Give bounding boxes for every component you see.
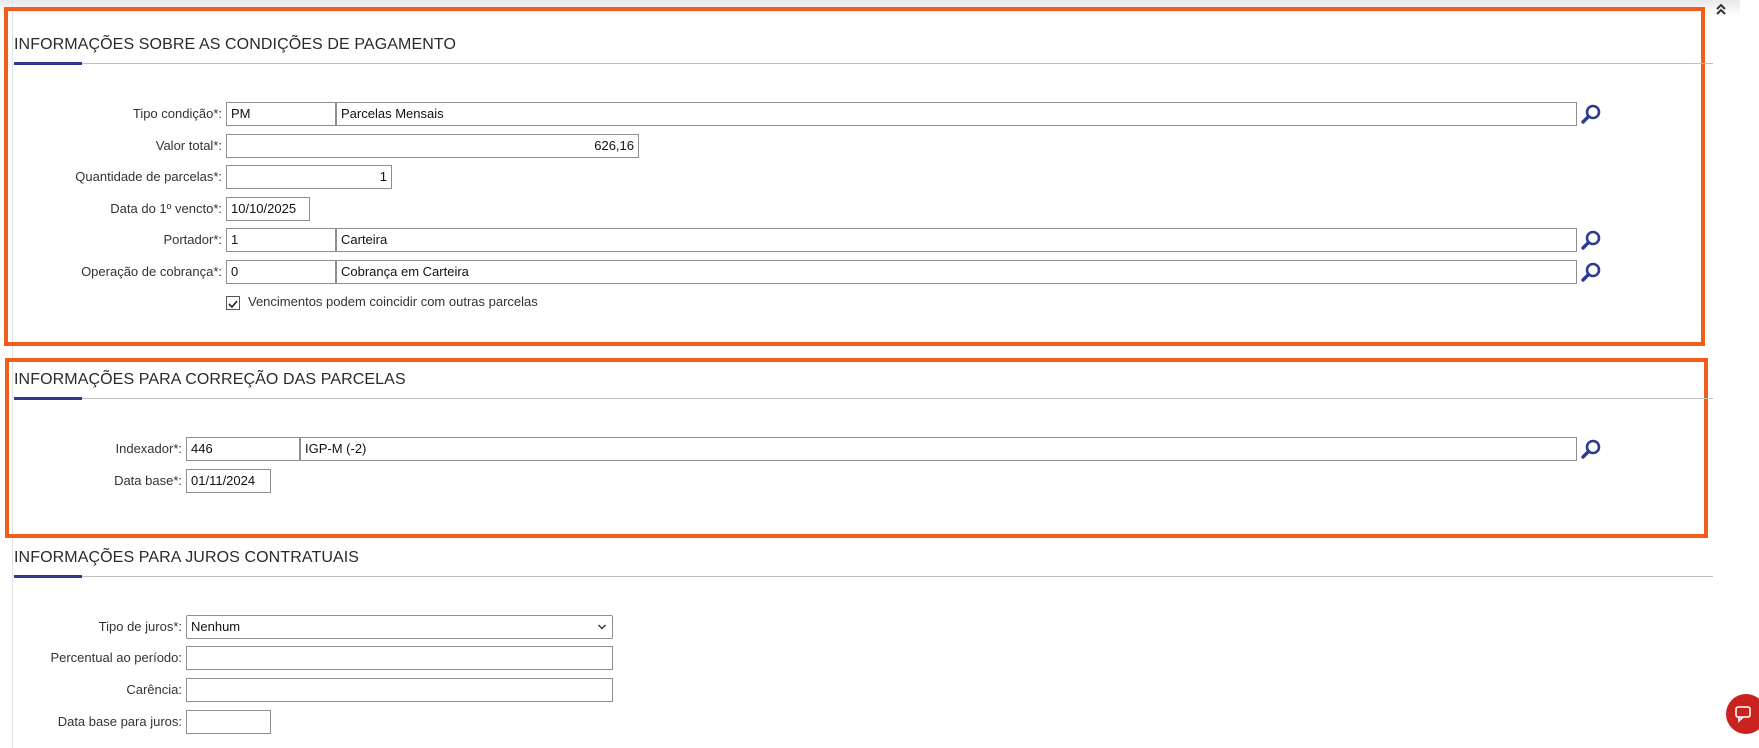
section-title-juros: INFORMAÇÕES PARA JUROS CONTRATUAIS [14, 549, 360, 566]
data-vencto-input[interactable]: 10/10/2025 [226, 197, 310, 221]
percentual-periodo-input[interactable] [186, 646, 613, 670]
checkmark-icon [228, 300, 238, 309]
chevron-down-icon [598, 624, 606, 630]
tipo-condicao-label: Tipo condição*: [132, 106, 222, 121]
percentual-periodo-label: Percentual ao período: [50, 650, 182, 665]
data-vencto-label: Data do 1º vencto*: [110, 201, 222, 216]
carencia-label: Carência: [126, 682, 182, 697]
section-divider [14, 398, 1713, 399]
tipo-juros-label: Tipo de juros*: [98, 619, 182, 634]
carencia-input[interactable] [186, 678, 613, 702]
section-title-pagamento: INFORMAÇÕES SOBRE AS CONDIÇÕES DE PAGAME… [14, 36, 457, 53]
operacao-cobranca-desc-input[interactable]: Cobrança em Carteira [336, 260, 1577, 284]
portador-search-button[interactable] [1580, 229, 1602, 251]
magnifier-icon [1581, 230, 1601, 250]
indexador-desc-input[interactable]: IGP-M (-2) [300, 437, 1577, 461]
section-accent-bar [14, 575, 82, 578]
data-base-juros-label: Data base para juros: [57, 714, 182, 729]
indexador-search-button[interactable] [1580, 438, 1602, 460]
quantidade-parcelas-label: Quantidade de parcelas*: [75, 169, 222, 184]
tipo-juros-selected-value: Nenhum [191, 619, 241, 634]
tipo-condicao-desc-input[interactable]: Parcelas Mensais [336, 102, 1577, 126]
tipo-condicao-code-input[interactable]: PM [226, 102, 336, 126]
data-base-label: Data base*: [114, 473, 182, 488]
data-base-juros-input[interactable] [186, 710, 271, 734]
indexador-label: Indexador*: [115, 441, 183, 456]
data-base-input[interactable]: 01/11/2024 [186, 469, 271, 493]
vencimentos-coincidir-checkbox[interactable] [226, 296, 240, 310]
operacao-cobranca-search-button[interactable] [1580, 261, 1602, 283]
magnifier-icon [1581, 104, 1601, 124]
valor-total-label: Valor total*: [155, 138, 222, 153]
section-divider [14, 576, 1713, 577]
chat-button[interactable] [1726, 694, 1759, 734]
magnifier-icon [1581, 262, 1601, 282]
portador-code-input[interactable]: 1 [226, 228, 336, 252]
portador-desc-input[interactable]: Carteira [336, 228, 1577, 252]
payment-conditions-page: INFORMAÇÕES SOBRE AS CONDIÇÕES DE PAGAME… [0, 0, 1759, 748]
section-title-correcao: INFORMAÇÕES PARA CORREÇÃO DAS PARCELAS [14, 371, 406, 388]
collapse-icon[interactable] [1712, 2, 1730, 20]
section-divider [14, 63, 1713, 64]
valor-total-input[interactable]: 626,16 [226, 134, 639, 158]
section-accent-bar [14, 62, 82, 65]
magnifier-icon [1581, 439, 1601, 459]
tipo-juros-select[interactable]: Nenhum [186, 615, 613, 639]
indexador-code-input[interactable]: 446 [186, 437, 300, 461]
operacao-cobranca-label: Operação de cobrança*: [81, 264, 222, 279]
tipo-condicao-search-button[interactable] [1580, 103, 1602, 125]
vencimentos-coincidir-label[interactable]: Vencimentos podem coincidir com outras p… [248, 290, 538, 314]
operacao-cobranca-code-input[interactable]: 0 [226, 260, 336, 284]
quantidade-parcelas-input[interactable]: 1 [226, 165, 392, 189]
double-chevron-up-icon [1716, 3, 1726, 15]
section-accent-bar [14, 397, 82, 400]
chat-bubble-icon [1735, 706, 1751, 723]
portador-label: Portador*: [163, 232, 222, 247]
